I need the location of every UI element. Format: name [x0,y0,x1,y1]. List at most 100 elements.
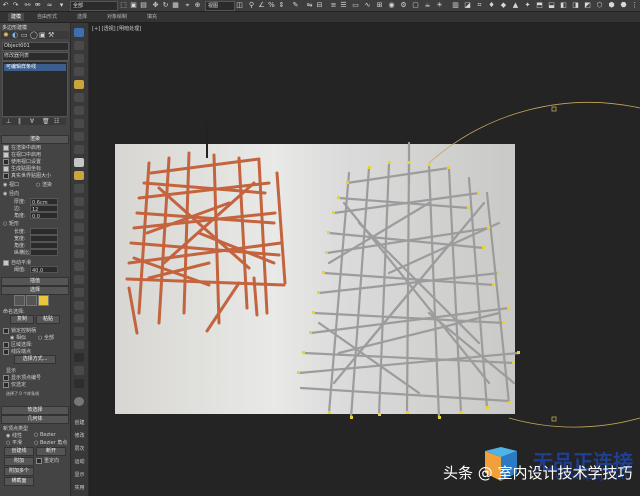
smooth-radio[interactable]: ○ 平滑 [6,439,22,446]
camera-tool-icon[interactable] [74,93,84,102]
extra-tool-6-icon[interactable]: ▲ [512,2,519,9]
extra-tool-1-icon[interactable]: ▥ [452,2,459,9]
named-selection-icon[interactable]: ✎ [292,2,299,9]
cross-section-button[interactable]: 横截面 [4,477,34,486]
command-utilities-label[interactable]: 实用 [72,484,87,491]
modifier-list-dropdown[interactable]: 修改器列表 [2,52,69,61]
extra-tool-3-icon[interactable]: ⌗ [476,2,483,9]
attach-multiple-button[interactable]: 附加多个 [4,467,34,476]
circle-vertex-top[interactable] [551,106,557,112]
patch-tool-icon[interactable] [74,301,84,310]
linear-radio[interactable]: ◉ 线性 [6,432,22,439]
modify-icon[interactable]: ◐ [12,31,18,39]
link-icon[interactable]: ⚯ [24,2,31,9]
vertex-select-icon[interactable] [26,295,37,306]
modifier-stack-item[interactable]: 可编辑样条线 [4,64,66,71]
all-radio[interactable]: ○ 全部 [38,334,54,341]
selected-only-checkbox[interactable]: 仅选定 [3,381,26,388]
door-tool-icon[interactable] [74,327,84,336]
aspect-spinner[interactable] [30,249,58,256]
scene-explorer-icon[interactable]: ☰ [340,2,347,9]
place-icon[interactable]: ⌖ [184,2,191,9]
rollout-rendering[interactable]: 渲染 [1,135,69,144]
window-tool-icon[interactable] [74,340,84,349]
object-name-field[interactable]: Object001 [2,42,69,51]
pin-stack-icon[interactable]: ⊥ [6,118,11,125]
attach-button[interactable]: 附加 [4,457,34,466]
hedra-tool-icon[interactable] [74,236,84,245]
threshold-spinner[interactable]: 40.0 [30,266,58,274]
shape-tool-icon[interactable] [74,145,84,154]
render-active-icon[interactable]: ☀ [436,2,443,9]
extra-tool-15-icon[interactable]: ⬣ [620,2,627,9]
reference-coordinate-icon[interactable]: ⊕ [194,2,201,9]
checkbox-icon[interactable] [3,151,9,158]
tube-tool-icon[interactable] [74,197,84,206]
undo-icon[interactable]: ↶ [2,2,9,9]
stairs-tool-icon[interactable] [74,353,84,362]
mirror-icon[interactable]: ⇋ [306,2,313,9]
break-button[interactable]: 断开 [36,447,66,456]
extra-tool-9-icon[interactable]: ⬓ [548,2,555,9]
extra-tool-5-icon[interactable]: ◆ [500,2,507,9]
rectangular-radio[interactable]: ○ 矩形 [3,220,19,227]
grid-tool-icon[interactable] [74,262,84,271]
checkbox-icon[interactable] [3,158,9,165]
geosphere-tool-icon[interactable] [74,223,84,232]
extra-tool-2-icon[interactable]: ◪ [464,2,471,9]
command-motion-label[interactable]: 运动 [72,458,87,465]
checkbox-icon[interactable] [3,374,9,381]
spacewarp-tool-icon[interactable] [74,119,84,128]
render-radio[interactable]: ○ 渲染 [36,181,52,188]
lock-handles-checkbox[interactable]: 锁定控制柄 [3,327,36,334]
render-setup-icon[interactable]: ⚙ [400,2,407,9]
select-region-icon[interactable]: ▣ [130,2,137,9]
plane-tool-icon[interactable] [74,158,84,167]
circle-vertex-bottom[interactable] [551,416,557,422]
viewcube-icon[interactable] [74,397,84,406]
area-selection-checkbox[interactable]: 区域选择: [3,341,33,348]
rollout-geometry[interactable]: 几何体 [1,415,69,424]
command-modify-label[interactable]: 修改 [72,432,87,439]
auto-smooth-checkbox[interactable]: 自动平滑 [3,259,31,266]
cone-tool-icon[interactable] [74,67,84,76]
chamfer-box-tool-icon[interactable] [74,249,84,258]
system-tool-icon[interactable] [74,132,84,141]
extra-tool-4-icon[interactable]: ♦ [488,2,495,9]
material-editor-icon[interactable]: ◉ [388,2,395,9]
render-frame-icon[interactable]: ▢ [412,2,419,9]
extra-tool-16-icon[interactable]: ⋮ [631,2,638,9]
copy-button[interactable]: 复制 [10,315,34,324]
vray-tool-icon[interactable] [74,379,84,388]
remove-modifier-icon[interactable]: 🗑 [42,118,50,125]
bind-icon[interactable]: ≈ [46,2,53,9]
viewport-radio[interactable]: ◉ 视口 [3,181,19,188]
width-spinner[interactable] [30,235,58,242]
use-viewport-settings[interactable]: 使用视口设置 [3,158,41,165]
move-icon[interactable]: ✥ [152,2,159,9]
rollout-interpolation[interactable]: 插值 [1,277,69,286]
show-vertex-numbers-checkbox[interactable]: 显示顶点编号 [3,374,41,381]
configure-sets-icon[interactable]: ☷ [54,118,59,125]
tab-populate[interactable]: 填充 [144,13,160,21]
percent-snap-icon[interactable]: % [268,2,275,9]
checkbox-icon[interactable] [3,165,9,172]
align-icon[interactable]: ⊟ [316,2,323,9]
checkbox-icon[interactable] [3,259,9,266]
curve-editor-icon[interactable]: ∿ [364,2,371,9]
schematic-icon[interactable]: ⊞ [376,2,383,9]
rotate-icon[interactable]: ↻ [162,2,169,9]
command-hierarchy-label[interactable]: 层次 [72,445,87,452]
scale-icon[interactable]: ▦ [172,2,179,9]
create-line-button[interactable]: 创建线 [4,447,34,456]
angle-spinner[interactable]: 0.0 [30,212,58,220]
spline-select-icon[interactable] [38,295,49,306]
sphere-tool-icon[interactable] [74,28,84,37]
selection-filter-dropdown[interactable]: 全部 [70,1,118,11]
particle-tool-icon[interactable] [74,275,84,284]
segment-end-checkbox[interactable]: 线段端点 [3,348,31,355]
reorient-checkbox[interactable]: 重定向 [36,457,59,464]
checkbox-icon[interactable] [36,457,42,464]
tab-modeling[interactable]: 建模 [8,13,25,21]
angle-snap-icon[interactable]: ∠ [258,2,265,9]
